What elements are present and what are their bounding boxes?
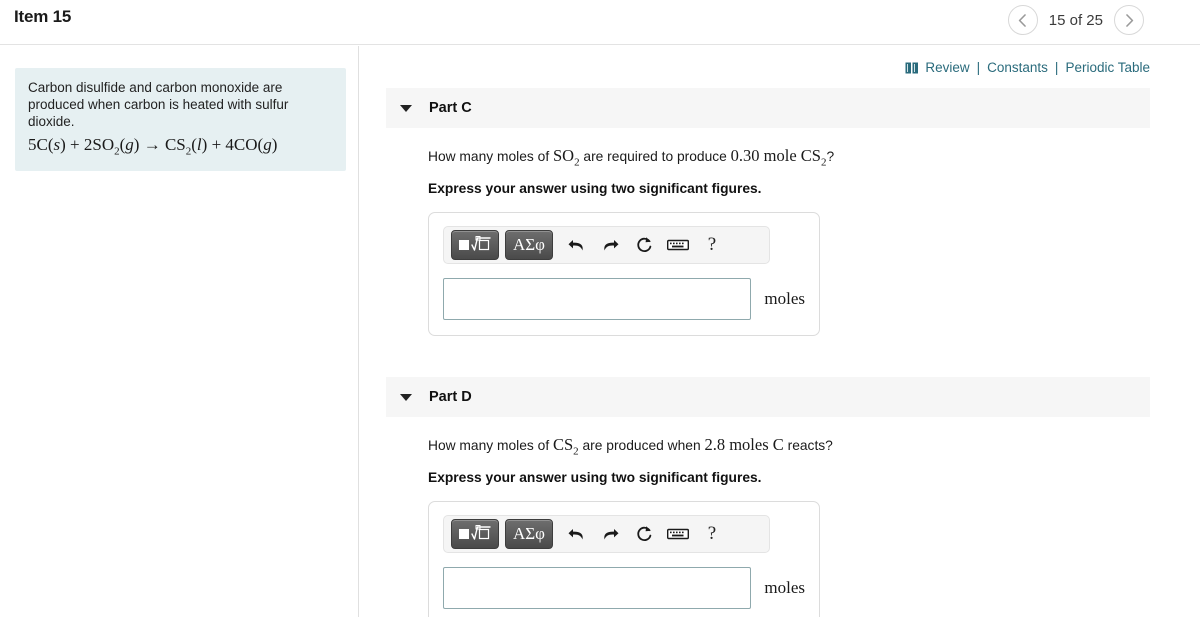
part-d-answer-input[interactable]: [443, 567, 752, 610]
q-formula-1: SO2: [552, 146, 580, 169]
part-c-unit-label: moles: [764, 289, 805, 309]
prev-item-button[interactable]: [1007, 5, 1038, 35]
top-bar: Item 15 15 of 25: [0, 0, 1200, 45]
caret-down-icon[interactable]: [400, 104, 412, 112]
q-prefix: How many moles of: [428, 438, 553, 453]
review-link[interactable]: Review: [925, 60, 969, 75]
part-c-instruction: Express your answer using two significan…: [428, 181, 762, 197]
square-root-template-icon: [459, 525, 491, 540]
part-c-body: How many moles of SO2 are required to pr…: [386, 128, 1150, 337]
page-root: Item 15 15 of 25 Carbon disulfide and ca…: [0, 0, 1200, 617]
part-d-label: Part D: [429, 389, 472, 405]
part-c-label: Part C: [429, 100, 472, 116]
book-icon: [905, 62, 919, 74]
part-d-math-toolbar: ΑΣφ ?: [443, 515, 770, 554]
part-d-answer-box: ΑΣφ ? moles: [428, 501, 820, 617]
q-mid: are produced when: [578, 438, 705, 453]
link-separator-1: |: [976, 60, 981, 75]
part-d-instruction: Express your answer using two significan…: [428, 470, 762, 486]
link-separator-2: |: [1054, 60, 1059, 75]
redo-icon[interactable]: [593, 519, 627, 549]
chevron-left-icon: [1019, 13, 1027, 27]
chevron-right-icon: [1125, 13, 1133, 27]
part-c-answer-input[interactable]: [443, 278, 752, 321]
q-value: 0.30 mole: [730, 146, 801, 165]
help-icon[interactable]: ?: [695, 230, 729, 260]
answer-panel: Review | Constants | Periodic Table Part…: [360, 46, 1200, 617]
periodic-table-link[interactable]: Periodic Table: [1065, 60, 1150, 75]
greek-symbols-button[interactable]: ΑΣφ: [505, 519, 553, 550]
caret-down-icon[interactable]: [400, 393, 412, 401]
part-c-math-toolbar: ΑΣφ ?: [443, 226, 770, 265]
chemical-equation: 5C(s) + 2SO2(g) → CS2(l) + 4CO(g): [28, 135, 278, 158]
constants-link[interactable]: Constants: [987, 60, 1048, 75]
resource-links: Review | Constants | Periodic Table: [905, 60, 1150, 75]
keyboard-icon[interactable]: [661, 519, 695, 549]
math-template-button[interactable]: [451, 519, 499, 550]
page-title: Item 15: [14, 7, 72, 26]
q-formula-1: CS2: [552, 435, 579, 458]
q-mid: are required to produce: [579, 149, 731, 164]
part-c-input-row: moles: [443, 278, 805, 321]
undo-icon[interactable]: [559, 519, 593, 549]
part-c-question: How many moles of SO2 are required to pr…: [428, 146, 1150, 172]
part-d-input-row: moles: [443, 567, 805, 610]
part-c-header[interactable]: Part C: [386, 88, 1150, 128]
q-prefix: How many moles of: [428, 149, 553, 164]
part-d-body: How many moles of CS2 are produced when …: [386, 417, 1150, 617]
part-d-question: How many moles of CS2 are produced when …: [428, 435, 1150, 461]
part-section-c: Part C How many moles of SO2 are require…: [386, 88, 1150, 337]
q-suffix: reacts?: [783, 438, 833, 453]
part-d-unit-label: moles: [764, 578, 805, 598]
next-item-button[interactable]: [1114, 5, 1144, 35]
help-icon[interactable]: ?: [695, 519, 729, 549]
undo-icon[interactable]: [559, 230, 593, 260]
pagination-label: 15 of 25: [1048, 11, 1103, 29]
reset-icon[interactable]: [627, 230, 661, 260]
redo-icon[interactable]: [593, 230, 627, 260]
greek-symbols-button[interactable]: ΑΣφ: [505, 230, 553, 261]
reset-icon[interactable]: [627, 519, 661, 549]
pagination: 15 of 25: [1007, 5, 1144, 35]
q-suffix: ?: [826, 149, 835, 164]
problem-panel: Carbon disulfide and carbon monoxide are…: [0, 46, 359, 617]
problem-statement-box: Carbon disulfide and carbon monoxide are…: [15, 68, 346, 172]
q-formula-2: C: [772, 435, 784, 454]
part-section-d: Part D How many moles of CS2 are produce…: [386, 377, 1150, 617]
part-d-header[interactable]: Part D: [386, 377, 1150, 417]
part-c-answer-box: ΑΣφ ? moles: [428, 212, 820, 337]
problem-description: Carbon disulfide and carbon monoxide are…: [28, 80, 289, 129]
keyboard-icon[interactable]: [661, 230, 695, 260]
q-formula-2: CS2: [800, 146, 827, 169]
square-root-template-icon: [459, 236, 491, 251]
math-template-button[interactable]: [451, 230, 499, 261]
q-value: 2.8 moles: [704, 435, 773, 454]
